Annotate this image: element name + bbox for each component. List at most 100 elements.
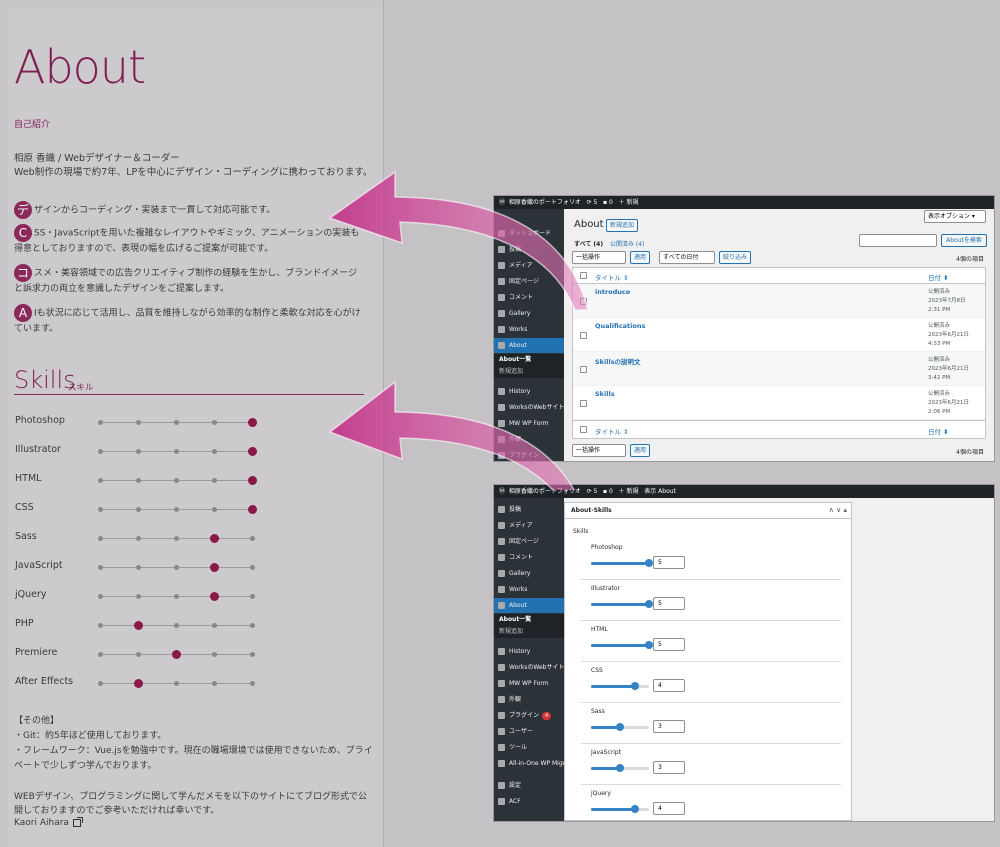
apply-button[interactable]: 適用	[630, 251, 650, 264]
skill-name: Sass	[15, 531, 37, 542]
col-title-header[interactable]: タイトル ⇕	[595, 272, 629, 282]
range-thumb[interactable]	[616, 764, 624, 772]
row-title-link[interactable]: Qualifications	[595, 322, 645, 330]
sidebar-item[interactable]: ACF	[494, 794, 564, 809]
feature-initial: C	[14, 224, 32, 242]
wp-edit-main: About-Skills ∧ ∨ ▴ Skills Photoshop 5 Illu…	[564, 498, 994, 821]
sidebar-item[interactable]: WorksのWebサイト	[494, 660, 564, 675]
apply-button-bottom[interactable]: 適用	[630, 444, 650, 457]
admin-bar-comments[interactable]: 0	[609, 199, 613, 206]
feature-initial: A	[14, 304, 32, 322]
field-label: Illustrator	[591, 585, 621, 592]
admin-bar-new[interactable]: 新規	[627, 488, 639, 495]
skill-level-dot	[250, 565, 255, 570]
row-title-link[interactable]: introduce	[595, 288, 630, 296]
screen-options-button[interactable]: 表示オプション ▾	[924, 210, 986, 223]
blog-text: WEBデザイン、プログラミングに関して学んだメモを以下のサイトにてブログ形式で公…	[14, 792, 367, 816]
skill-level-dot	[136, 449, 141, 454]
sidebar-item[interactable]: All-in-One WP Migration	[494, 756, 580, 771]
skill-level-dot	[174, 478, 179, 483]
skill-field: Sass 3	[581, 703, 841, 744]
range-slider[interactable]	[591, 559, 653, 567]
skill-level-dot	[136, 420, 141, 425]
skill-level-dot	[250, 681, 255, 686]
number-input[interactable]: 5	[653, 556, 685, 569]
number-input[interactable]: 5	[653, 638, 685, 651]
submenu-add-new[interactable]: 新規追加	[494, 626, 564, 638]
range-thumb[interactable]	[630, 682, 639, 690]
sidebar-item[interactable]: About	[494, 598, 564, 613]
range-thumb[interactable]	[645, 600, 653, 608]
sidebar-submenu: About一覧 新規追加	[494, 614, 564, 638]
range-thumb[interactable]	[645, 559, 653, 567]
number-input[interactable]: 4	[653, 802, 685, 815]
row-title-link[interactable]: Skillsの説明文	[595, 356, 641, 366]
arrow-to-about-icon	[328, 170, 589, 311]
admin-bar-view[interactable]: 表示 About	[644, 488, 676, 495]
admin-bar-new[interactable]: 新規	[627, 199, 639, 206]
meta-box-controls[interactable]: ∧ ∨ ▴	[829, 506, 847, 514]
sidebar-item[interactable]: ユーザー	[494, 724, 564, 739]
skill-row: Photoshop	[15, 413, 265, 433]
sidebar-item[interactable]: コメント	[494, 550, 564, 565]
skill-level-dot	[174, 536, 179, 541]
range-slider[interactable]	[591, 723, 649, 731]
sidebar-item[interactable]: Gallery	[494, 566, 564, 581]
col-title-footer[interactable]: タイトル ⇕	[595, 426, 629, 436]
date-filter-select[interactable]: すべての日付	[659, 251, 715, 264]
sidebar-item[interactable]: 固定ページ	[494, 534, 564, 549]
menu-icon	[498, 782, 505, 789]
range-slider[interactable]	[591, 764, 649, 772]
field-label: CSS	[591, 667, 603, 674]
number-input[interactable]: 3	[653, 720, 685, 733]
add-new-button[interactable]: 新規追加	[606, 219, 638, 232]
number-input[interactable]: 4	[653, 679, 685, 692]
other-heading: 【その他】	[14, 716, 60, 726]
filter-published-link[interactable]: 公開済み (4)	[610, 239, 644, 248]
skill-row: HTML	[15, 471, 265, 491]
sidebar-item[interactable]: メディア	[494, 518, 564, 533]
skill-name: After Effects	[15, 676, 74, 687]
sidebar-item-label: コメント	[509, 554, 534, 561]
menu-icon	[498, 602, 505, 609]
skill-level-dot	[98, 507, 103, 512]
sidebar-item[interactable]: History	[494, 644, 564, 659]
skill-name: Premiere	[15, 647, 58, 658]
skill-level-marker	[210, 534, 219, 543]
sidebar-item[interactable]: ツール	[494, 740, 564, 755]
number-input[interactable]: 5	[653, 597, 685, 610]
skill-level-dot	[250, 536, 255, 541]
sidebar-item[interactable]: Works	[494, 582, 564, 597]
sidebar-item[interactable]: 設定	[494, 778, 564, 793]
row-date: 2023年6月21日	[928, 366, 969, 372]
skill-level-dot	[98, 420, 103, 425]
filter-button[interactable]: 絞り込み	[719, 251, 751, 264]
range-slider[interactable]	[591, 600, 653, 608]
skill-level-dot	[174, 507, 179, 512]
author-link[interactable]: Kaori Aihara	[14, 816, 83, 828]
range-slider[interactable]	[591, 641, 653, 649]
sidebar-item[interactable]: 投稿	[494, 502, 564, 517]
col-date-header[interactable]: 日付 ⬍	[928, 272, 949, 282]
sidebar-item[interactable]: 外観	[494, 692, 564, 707]
range-thumb[interactable]	[645, 641, 653, 649]
menu-icon	[498, 744, 505, 751]
col-date-footer[interactable]: 日付 ⬍	[928, 426, 949, 436]
range-thumb[interactable]	[630, 805, 639, 813]
search-button[interactable]: Aboutを検索	[941, 234, 987, 247]
other-section: 【その他】 ・Git：約5年ほど使用しております。 ・フレームワーク：Vue.j…	[14, 714, 374, 774]
skill-row: Illustrator	[15, 442, 265, 462]
submenu-all-items[interactable]: About一覧	[494, 614, 564, 626]
skill-name: Photoshop	[15, 415, 65, 426]
range-slider[interactable]	[591, 805, 649, 813]
row-date: 2023年6月21日	[928, 400, 969, 406]
sidebar-item[interactable]: プラグイン 4	[494, 708, 564, 723]
search-input[interactable]	[859, 234, 937, 247]
range-thumb[interactable]	[616, 723, 624, 731]
range-slider[interactable]	[591, 682, 649, 690]
range-fill	[591, 562, 649, 565]
admin-bar-comments[interactable]: 0	[609, 488, 613, 495]
number-input[interactable]: 3	[653, 761, 685, 774]
sidebar-item[interactable]: MW WP Form	[494, 676, 564, 691]
skill-field: HTML 5	[581, 621, 841, 662]
